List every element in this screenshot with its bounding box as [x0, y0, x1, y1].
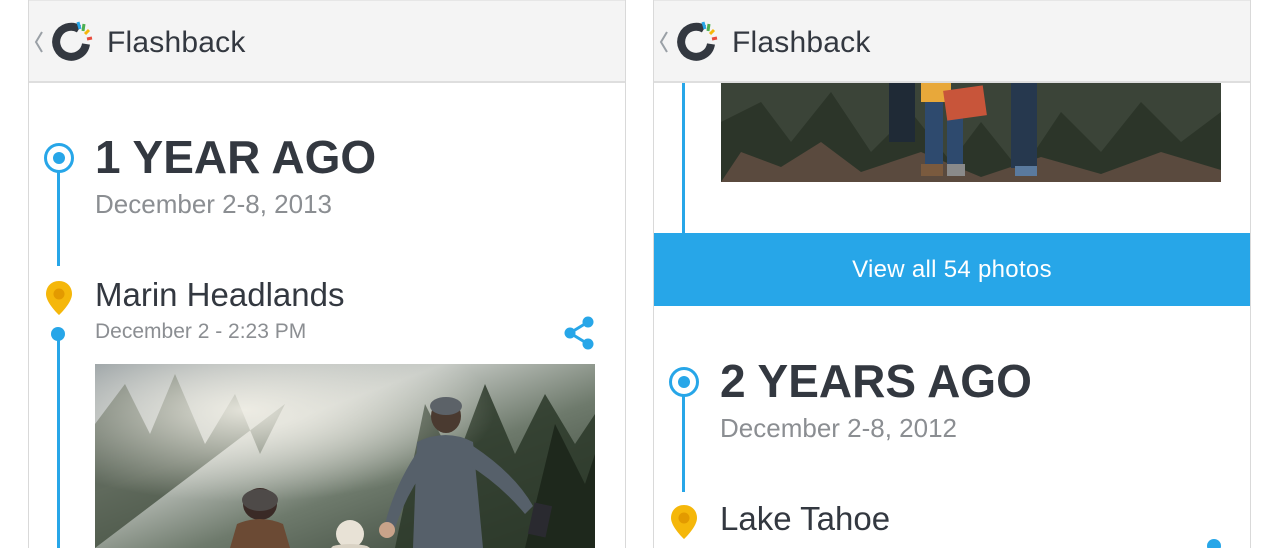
app-title: Flashback: [107, 26, 246, 59]
place-name: Marin Headlands: [95, 276, 345, 313]
app-bar: Flashback: [654, 0, 1250, 83]
place-name: Lake Tahoe: [720, 500, 891, 537]
left-phone-screen: Flashback 1 YEAR AGO December 2-8, 2013 …: [28, 0, 626, 548]
section-date-range: December 2-8, 2013: [95, 189, 333, 219]
share-icon[interactable]: [561, 314, 597, 352]
timeline-section-marker: [669, 367, 699, 397]
chevron-left-icon[interactable]: [34, 29, 44, 55]
timeline-line: [57, 330, 60, 548]
app-bar: Flashback: [29, 0, 625, 83]
section-heading: 1 YEAR AGO: [95, 131, 377, 183]
view-all-photos-button[interactable]: View all 54 photos: [654, 233, 1250, 306]
share-icon[interactable]: [1207, 539, 1221, 548]
place-photo[interactable]: [95, 364, 595, 548]
timeline-section-marker: [44, 143, 74, 173]
location-pin-icon: [671, 505, 697, 539]
section-date-range: December 2-8, 2012: [720, 413, 958, 443]
flashback-logo-icon: [52, 21, 93, 61]
place-time: December 2 - 2:23 PM: [95, 320, 307, 343]
timeline-line: [57, 172, 60, 266]
chevron-left-icon[interactable]: [659, 29, 669, 55]
place-photo[interactable]: [721, 82, 1221, 182]
location-pin-icon: [46, 281, 72, 315]
timeline-line: [682, 396, 685, 492]
timeline-event-dot: [51, 327, 65, 341]
section-heading: 2 YEARS AGO: [720, 355, 1032, 407]
app-title: Flashback: [732, 26, 871, 59]
right-phone-screen: Flashback View all 54 photos 2 YEARS AGO…: [653, 0, 1251, 548]
flashback-logo-icon: [677, 21, 718, 61]
